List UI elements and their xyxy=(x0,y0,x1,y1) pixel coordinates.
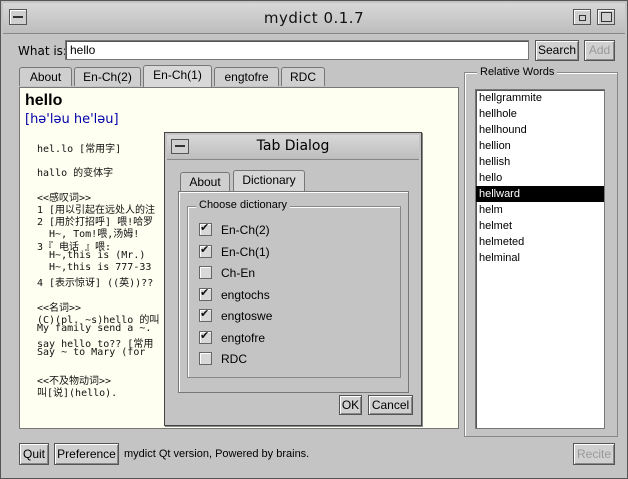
relative-word-item[interactable]: helmeted xyxy=(476,234,604,250)
relative-words-title: Relative Words xyxy=(477,66,558,78)
title-bar[interactable]: mydict 0.1.7 xyxy=(3,3,625,34)
quit-button[interactable]: Quit xyxy=(19,443,49,465)
definition-line: hel.lo [常用字] xyxy=(37,144,122,155)
add-button[interactable]: Add xyxy=(584,40,615,61)
window-title: mydict 0.1.7 xyxy=(263,9,365,27)
dictionary-option-label: engtofre xyxy=(221,330,266,345)
tab-engtofre[interactable]: engtofre xyxy=(214,67,279,86)
relative-word-item[interactable]: hellward xyxy=(476,186,604,202)
search-label: What is: xyxy=(18,44,67,58)
definition-line: 叫[说](hello). xyxy=(37,388,118,399)
checkbox[interactable] xyxy=(199,220,212,236)
dictionary-option[interactable]: engtochs xyxy=(199,285,270,303)
relative-word-item[interactable]: helminal xyxy=(476,250,604,266)
preference-button[interactable]: Preference xyxy=(54,443,119,465)
choose-dictionary-title: Choose dictionary xyxy=(196,199,291,211)
dialog-tab-dictionary[interactable]: Dictionary xyxy=(233,170,305,191)
checkbox[interactable] xyxy=(199,306,212,322)
checkbox[interactable] xyxy=(199,352,212,365)
minimize-icon[interactable] xyxy=(573,9,591,25)
dictionary-option-label: engtoswe xyxy=(221,309,273,323)
relative-word-item[interactable]: helmet xyxy=(476,218,604,234)
relative-word-item[interactable]: helm xyxy=(476,202,604,218)
search-input[interactable] xyxy=(65,40,529,60)
dictionary-option-label: En-Ch(2) xyxy=(221,223,270,237)
definition-line: H~,this is 777-33 xyxy=(37,262,152,273)
dictionary-option[interactable]: Ch-En xyxy=(199,265,255,281)
dictionary-option[interactable]: En-Ch(2) xyxy=(199,220,270,238)
tab-dialog: Tab Dialog About Dictionary Choose dicti… xyxy=(164,132,422,426)
dialog-title-bar[interactable]: Tab Dialog xyxy=(167,135,419,160)
dictionary-option-label: RDC xyxy=(221,352,247,366)
tab-en-ch1[interactable]: En-Ch(1) xyxy=(143,65,212,87)
tab-about[interactable]: About xyxy=(19,67,72,86)
relative-word-item[interactable]: hellhole xyxy=(476,106,604,122)
dictionary-option[interactable]: RDC xyxy=(199,351,247,367)
cancel-button[interactable]: Cancel xyxy=(368,395,413,415)
status-text: mydict Qt version, Powered by brains. xyxy=(124,448,310,460)
relative-word-item[interactable]: hellhound xyxy=(476,122,604,138)
checkbox[interactable] xyxy=(199,266,212,279)
search-button[interactable]: Search xyxy=(535,40,579,61)
checkbox[interactable] xyxy=(199,242,212,258)
checkbox[interactable] xyxy=(199,328,212,344)
dictionary-option-label: En-Ch(1) xyxy=(221,244,270,259)
dialog-tab-about[interactable]: About xyxy=(180,172,230,191)
dictionary-option-label: Ch-En xyxy=(221,266,256,280)
definition-line: 4 [表示惊讶] ((英))?? xyxy=(37,278,154,290)
relative-word-item[interactable]: hellion xyxy=(476,138,604,154)
dictionary-option-label: engtochs xyxy=(221,287,270,302)
relative-word-item[interactable]: hellish xyxy=(476,154,604,170)
ok-button[interactable]: OK xyxy=(339,395,362,415)
definition-line: Say ~ to Mary (for xyxy=(37,347,146,359)
dictionary-option[interactable]: En-Ch(1) xyxy=(199,242,270,260)
definition-line: H~,this is (Mr.) xyxy=(37,249,146,261)
relative-words-list[interactable]: hellgrammite hellhole hellhound hellion hell… xyxy=(475,89,605,429)
definition-line: hallo 的变体字 xyxy=(37,168,114,180)
tab-en-ch2[interactable]: En-Ch(2) xyxy=(74,67,141,86)
phonetic: [hə'ləu he'ləu] xyxy=(25,112,119,127)
relative-word-item[interactable]: hellgrammite xyxy=(476,90,604,106)
recite-button[interactable]: Recite xyxy=(573,443,615,465)
tab-rdc[interactable]: RDC xyxy=(281,67,325,86)
headword: hello xyxy=(25,92,63,109)
dialog-title: Tab Dialog xyxy=(256,138,330,154)
definition-line: My family send a ~. xyxy=(37,323,152,334)
dictionary-option[interactable]: engtofre xyxy=(199,328,266,346)
checkbox[interactable] xyxy=(199,285,212,301)
dictionary-option[interactable]: engtoswe xyxy=(199,306,273,324)
relative-word-item[interactable]: hello xyxy=(476,170,604,186)
maximize-icon[interactable] xyxy=(597,9,615,25)
